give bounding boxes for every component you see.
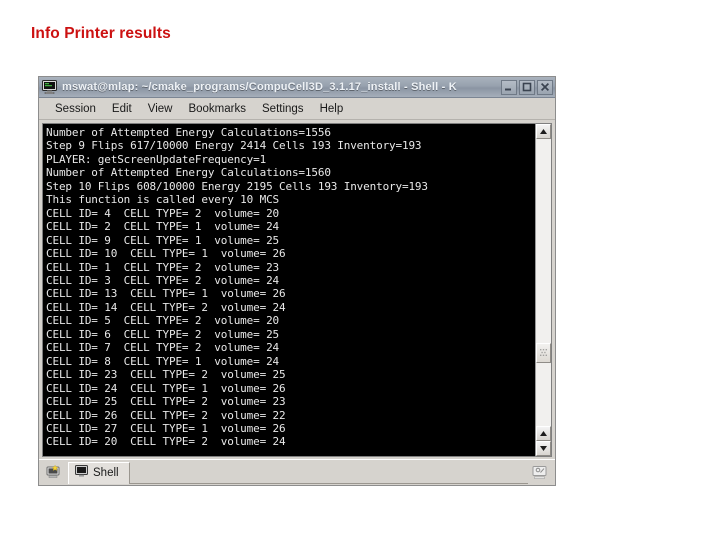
new-session-icon <box>46 464 59 478</box>
minimize-icon <box>505 88 511 91</box>
scroll-up-button[interactable] <box>536 124 551 139</box>
maximize-button[interactable] <box>519 79 535 95</box>
terminal-monitor-icon <box>42 80 57 94</box>
scroll-up-icon <box>540 431 547 436</box>
terminal-line: CELL ID= 3 CELL TYPE= 2 volume= 24 <box>46 273 280 287</box>
terminal-line: Step 9 Flips 617/10000 Energy 2414 Cells… <box>46 139 422 153</box>
scroll-down-button[interactable] <box>536 441 551 456</box>
page-title: Info Printer results <box>31 25 171 42</box>
session-tab-bar: Shell <box>39 459 555 485</box>
close-icon <box>540 82 550 92</box>
terminal-line: Number of Attempted Energy Calculations=… <box>46 126 331 139</box>
menu-item-bookmarks[interactable]: Bookmarks <box>180 101 254 117</box>
terminal-line: CELL ID= 25 CELL TYPE= 2 volume= 23 <box>46 395 286 409</box>
terminal-scrollbar[interactable] <box>535 123 552 457</box>
terminal-line: CELL ID= 1 CELL TYPE= 2 volume= 23 <box>46 260 280 274</box>
terminal-line: CELL ID= 4 CELL TYPE= 2 volume= 20 <box>46 206 280 220</box>
window-title-text: mswat@mlap: ~/cmake_programs/CompuCell3D… <box>62 81 457 93</box>
grip-dots-icon <box>540 349 547 357</box>
terminal-line: PLAYER: getScreenUpdateFrequency=1 <box>46 152 267 166</box>
scrollbar-track[interactable] <box>536 139 551 426</box>
session-tab-shell[interactable]: Shell <box>68 461 130 484</box>
scroll-down-button-upper[interactable] <box>536 426 551 441</box>
terminal-output[interactable]: Number of Attempted Energy Calculations=… <box>42 123 535 457</box>
session-settings-icon <box>532 465 546 479</box>
session-tab-label: Shell <box>93 467 119 479</box>
window-titlebar[interactable]: mswat@mlap: ~/cmake_programs/CompuCell3D… <box>39 77 555 98</box>
scroll-up-icon <box>540 129 547 134</box>
terminal-line: CELL ID= 6 CELL TYPE= 2 volume= 25 <box>46 327 280 341</box>
terminal-line: CELL ID= 27 CELL TYPE= 1 volume= 26 <box>46 421 286 435</box>
terminal-line: Step 10 Flips 608/10000 Energy 2195 Cell… <box>46 179 428 193</box>
tab-bar-filler <box>128 461 528 484</box>
menu-item-view[interactable]: View <box>140 101 181 117</box>
terminal-line: CELL ID= 23 CELL TYPE= 2 volume= 25 <box>46 368 286 382</box>
menu-item-help[interactable]: Help <box>312 101 352 117</box>
menu-item-edit[interactable]: Edit <box>104 101 140 117</box>
terminal-line: CELL ID= 7 CELL TYPE= 2 volume= 24 <box>46 341 280 355</box>
konsole-window: mswat@mlap: ~/cmake_programs/CompuCell3D… <box>38 76 556 486</box>
menu-item-settings[interactable]: Settings <box>254 101 312 117</box>
session-settings-button[interactable] <box>528 462 551 483</box>
terminal-line: CELL ID= 20 CELL TYPE= 2 volume= 24 <box>46 435 286 449</box>
menu-bar: Session Edit View Bookmarks Settings Hel… <box>39 98 555 120</box>
close-button[interactable] <box>537 79 553 95</box>
terminal-line: CELL ID= 14 CELL TYPE= 2 volume= 24 <box>46 300 286 314</box>
terminal-line: CELL ID= 9 CELL TYPE= 1 volume= 25 <box>46 233 280 247</box>
new-session-button[interactable] <box>43 462 66 483</box>
terminal-monitor-icon <box>75 464 88 482</box>
minimize-button[interactable] <box>501 79 517 95</box>
terminal-line: CELL ID= 5 CELL TYPE= 2 volume= 20 <box>46 314 280 328</box>
terminal-line: CELL ID= 13 CELL TYPE= 1 volume= 26 <box>46 287 286 301</box>
terminal-line: CELL ID= 8 CELL TYPE= 1 volume= 24 <box>46 354 280 368</box>
menu-item-session[interactable]: Session <box>47 101 104 117</box>
terminal-line: CELL ID= 24 CELL TYPE= 1 volume= 26 <box>46 381 286 395</box>
scrollbar-thumb[interactable] <box>536 342 551 363</box>
terminal-line: CELL ID= 2 CELL TYPE= 1 volume= 24 <box>46 220 280 234</box>
terminal-area: Number of Attempted Energy Calculations=… <box>39 120 555 459</box>
terminal-line: Number of Attempted Energy Calculations=… <box>46 166 331 180</box>
terminal-line: CELL ID= 26 CELL TYPE= 2 volume= 22 <box>46 408 286 422</box>
terminal-line: CELL ID= 10 CELL TYPE= 1 volume= 26 <box>46 247 286 261</box>
maximize-icon <box>522 82 532 92</box>
scroll-down-icon <box>540 446 547 451</box>
terminal-line: This function is called every 10 MCS <box>46 193 280 207</box>
